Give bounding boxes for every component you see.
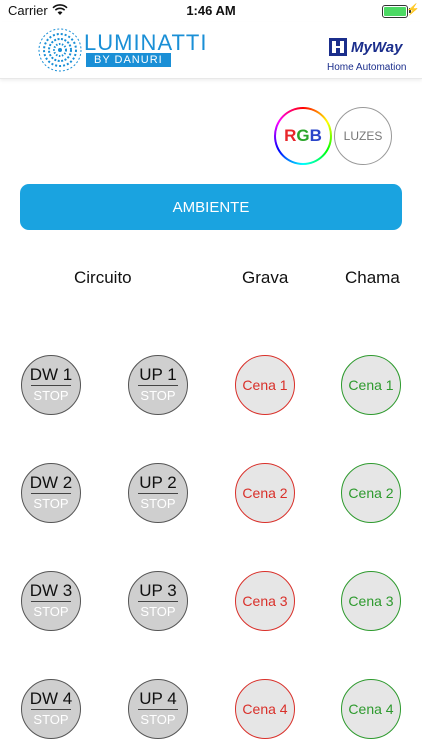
cena-label: Cena 2	[348, 485, 394, 501]
chama-cena-3-button[interactable]: Cena 3	[341, 571, 401, 631]
app-header: LUMINATTI BY DANURI MyWay Home Automatio…	[0, 22, 422, 79]
cena-label: Cena 4	[348, 701, 394, 717]
up-4-button[interactable]: UP 4 STOP	[128, 679, 188, 739]
partner-name: MyWay	[351, 39, 403, 56]
grava-cena-4-button[interactable]: Cena 4	[235, 679, 295, 739]
column-heading-chama: Chama	[345, 268, 400, 287]
stop-label: STOP	[33, 604, 69, 619]
partner-subtitle: Home Automation	[327, 62, 407, 73]
up-1-button[interactable]: UP 1 STOP	[128, 355, 188, 415]
cena-label: Cena 2	[242, 485, 288, 501]
stop-label: STOP	[33, 388, 69, 403]
luzes-button[interactable]: LUZES	[334, 107, 392, 165]
grava-cena-1-button[interactable]: Cena 1	[235, 355, 295, 415]
charging-icon: ⚡	[406, 4, 420, 16]
luzes-label: LUZES	[343, 129, 383, 143]
dw-3-button[interactable]: DW 3 STOP	[21, 571, 81, 631]
battery-icon	[382, 5, 408, 18]
brand-subtitle: BY DANURI	[86, 53, 171, 67]
chama-cena-2-button[interactable]: Cena 2	[341, 463, 401, 523]
dw-label: DW 2	[29, 473, 73, 492]
up-label: UP 3	[139, 581, 177, 600]
dw-label: DW 3	[29, 581, 73, 600]
myway-logo-icon	[328, 37, 348, 62]
cena-label: Cena 4	[242, 701, 288, 717]
grava-cena-2-button[interactable]: Cena 2	[235, 463, 295, 523]
stop-label: STOP	[33, 712, 69, 727]
cena-label: Cena 1	[242, 377, 288, 393]
ambiente-button[interactable]: AMBIENTE	[20, 184, 402, 230]
cena-label: Cena 3	[348, 593, 394, 609]
cena-label: Cena 1	[348, 377, 394, 393]
stop-label: STOP	[140, 604, 176, 619]
column-heading-circuito: Circuito	[74, 268, 132, 287]
rgb-button[interactable]: R G B	[274, 107, 332, 165]
stop-label: STOP	[140, 712, 176, 727]
column-heading-grava: Grava	[242, 268, 289, 287]
grava-cena-3-button[interactable]: Cena 3	[235, 571, 295, 631]
rgb-letter-g: G	[296, 126, 310, 145]
stop-label: STOP	[33, 496, 69, 511]
up-3-button[interactable]: UP 3 STOP	[128, 571, 188, 631]
clock: 1:46 AM	[186, 3, 236, 18]
rgb-letter-b: B	[309, 126, 322, 145]
dw-2-button[interactable]: DW 2 STOP	[21, 463, 81, 523]
ambiente-label: AMBIENTE	[172, 198, 250, 216]
luminatti-logo-icon	[38, 28, 82, 77]
up-2-button[interactable]: UP 2 STOP	[128, 463, 188, 523]
cena-label: Cena 3	[242, 593, 288, 609]
status-bar: Carrier 1:46 AM ⚡	[0, 0, 422, 22]
stop-label: STOP	[140, 496, 176, 511]
up-label: UP 4	[139, 689, 177, 708]
rgb-letter-r: R	[284, 126, 297, 145]
dw-label: DW 4	[29, 689, 73, 708]
dw-label: DW 1	[29, 365, 73, 384]
chama-cena-1-button[interactable]: Cena 1	[341, 355, 401, 415]
dw-4-button[interactable]: DW 4 STOP	[21, 679, 81, 739]
up-label: UP 2	[139, 473, 177, 492]
up-label: UP 1	[139, 365, 177, 384]
dw-1-button[interactable]: DW 1 STOP	[21, 355, 81, 415]
stop-label: STOP	[140, 388, 176, 403]
chama-cena-4-button[interactable]: Cena 4	[341, 679, 401, 739]
